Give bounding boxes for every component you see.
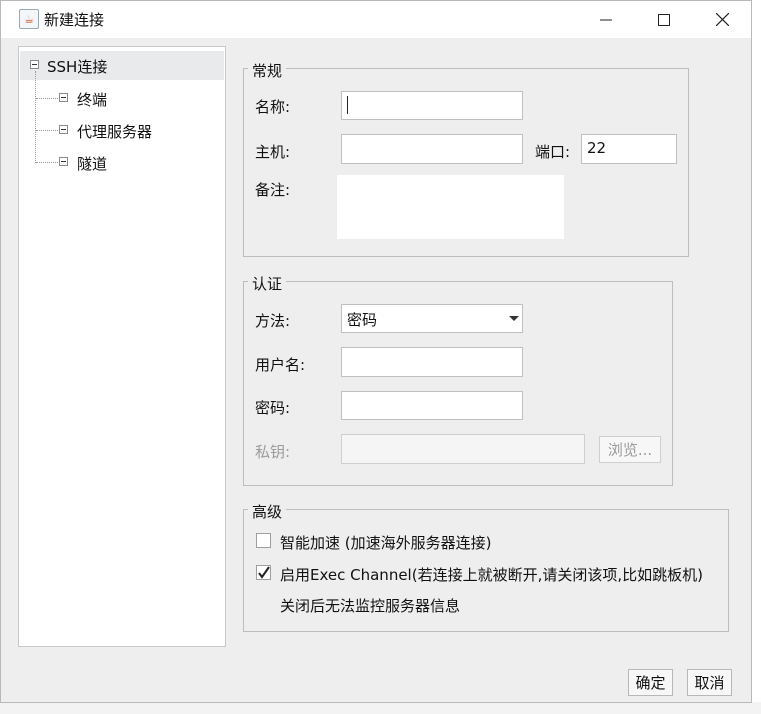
minimize-button[interactable] <box>583 1 629 38</box>
tree-line <box>36 130 58 131</box>
tree-line <box>36 162 58 163</box>
chevron-down-icon <box>509 316 519 321</box>
node-icon <box>59 93 68 102</box>
method-select-value: 密码 <box>347 311 378 329</box>
smart-accel-label: 智能加速 (加速海外服务器连接) <box>280 534 492 552</box>
tree-item-proxy[interactable]: 代理服务器 <box>77 121 152 142</box>
host-label: 主机: <box>255 143 291 161</box>
auth-group-title: 认证 <box>248 273 287 294</box>
name-label: 名称: <box>255 98 291 116</box>
java-cup-icon: ☕ <box>19 9 39 29</box>
title-bar: ☕ 新建连接 <box>1 1 751 38</box>
text-cursor <box>347 96 348 114</box>
method-label: 方法: <box>255 312 291 330</box>
tree-line <box>36 98 58 99</box>
password-input[interactable] <box>341 391 523 420</box>
minimize-icon <box>600 19 612 20</box>
note-textarea[interactable] <box>337 175 564 239</box>
tree-line <box>35 71 36 163</box>
port-label: 端口: <box>535 143 571 161</box>
host-input[interactable] <box>341 134 523 164</box>
node-icon <box>59 125 68 134</box>
private-key-input[interactable] <box>341 434 585 464</box>
collapse-icon[interactable] <box>30 60 39 69</box>
tree-item-terminal[interactable]: 终端 <box>77 89 107 110</box>
username-input[interactable] <box>341 347 523 377</box>
note-label: 备注: <box>255 181 291 199</box>
window-title: 新建连接 <box>44 11 105 29</box>
cancel-button[interactable]: 取消 <box>687 669 732 696</box>
exec-channel-checkbox[interactable] <box>256 565 271 580</box>
checkmark-icon <box>258 566 270 579</box>
port-input[interactable]: 22 <box>581 134 677 164</box>
exec-channel-label: 启用Exec Channel(若连接上就被断开,请关闭该项,比如跳板机) <box>280 566 703 584</box>
method-select[interactable]: 密码 <box>341 304 523 333</box>
general-group-title: 常规 <box>248 60 287 81</box>
browse-button[interactable]: 浏览... <box>599 436 661 463</box>
tree-item-ssh[interactable]: SSH连接 <box>47 56 107 77</box>
password-label: 密码: <box>255 399 291 417</box>
background-window-bottom <box>0 702 761 714</box>
close-button[interactable] <box>699 1 745 38</box>
node-icon <box>59 157 68 166</box>
name-input[interactable] <box>341 91 523 120</box>
username-label: 用户名: <box>255 356 306 374</box>
maximize-icon <box>658 13 670 26</box>
exec-channel-note: 关闭后无法监控服务器信息 <box>280 597 461 615</box>
private-key-label: 私钥: <box>255 443 291 461</box>
tree-item-tunnel[interactable]: 隧道 <box>77 153 107 174</box>
advanced-group-title: 高级 <box>248 501 287 522</box>
maximize-button[interactable] <box>641 1 687 38</box>
smart-accel-checkbox[interactable] <box>256 533 271 548</box>
new-connection-dialog: ☕ 新建连接 SSH连接 终端 代理服务器 隧道 常规 名称: 主机: 端口: … <box>0 0 752 703</box>
close-icon <box>715 13 729 26</box>
ok-button[interactable]: 确定 <box>628 669 673 696</box>
